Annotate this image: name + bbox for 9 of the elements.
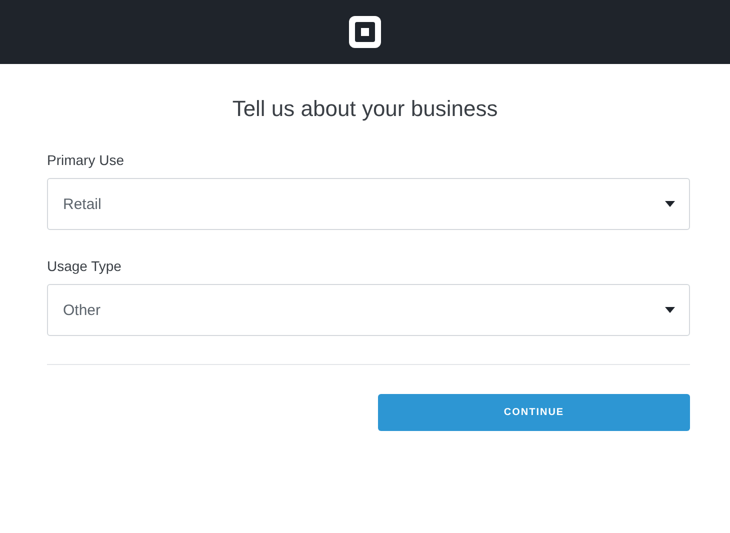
dropdown-field[interactable]: Retail <box>47 178 690 230</box>
logo-icon <box>349 16 381 48</box>
caret-icon <box>665 201 675 207</box>
caret-icon <box>665 307 675 313</box>
dropdown-field[interactable]: Other <box>47 284 690 336</box>
field-label: Usage Type <box>47 258 122 274</box>
page-title: Tell us about your business <box>231 95 499 122</box>
field-label: Primary Use <box>47 152 126 168</box>
continue-button[interactable]: CONTINUE <box>378 394 690 431</box>
